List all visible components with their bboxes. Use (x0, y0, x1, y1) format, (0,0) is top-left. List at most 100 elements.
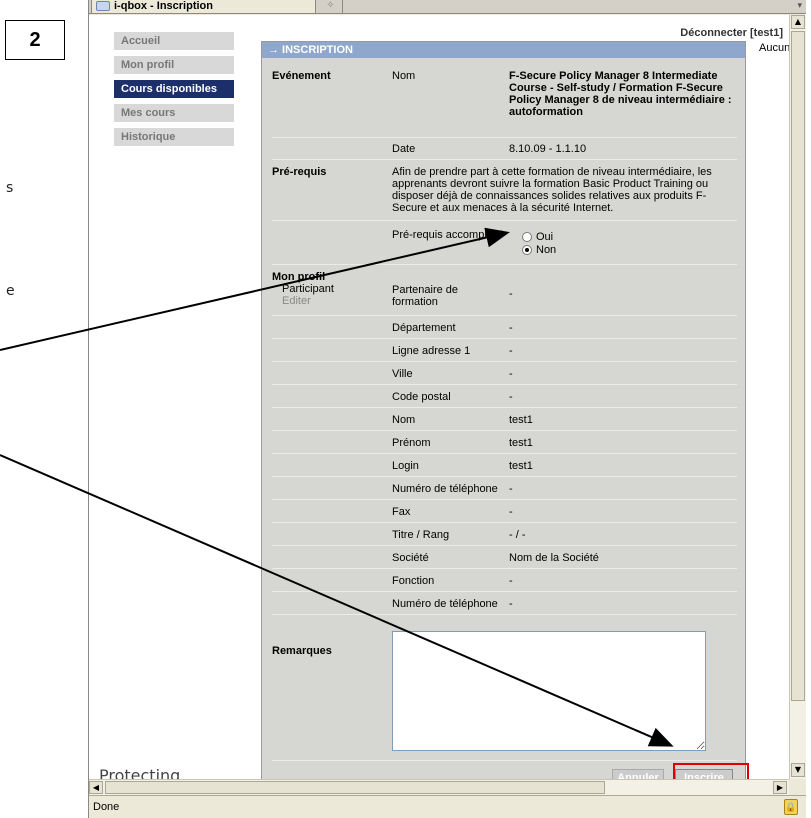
lock-icon[interactable]: 🔒 (784, 799, 798, 815)
tab-list-icon[interactable]: ▾ (797, 1, 802, 11)
profile-label: Mon profil (272, 271, 326, 283)
participant-label: Participant (282, 283, 334, 295)
profile-field-row: Département - (272, 316, 737, 339)
profile-field-row: Prénom test1 (272, 431, 737, 454)
prereq-text: Afin de prendre part à cette formation d… (392, 166, 712, 214)
field-value: test1 (509, 437, 533, 449)
profile-field-row: Code postal - (272, 385, 737, 408)
field-label: Partenaire de formation (392, 284, 459, 308)
radio-non-icon[interactable] (522, 245, 532, 256)
page-viewport: Déconnecter [test1] Accueil Mon profil C… (89, 15, 789, 779)
profile-field-row: Société Nom de la Société (272, 546, 737, 569)
scroll-right-icon[interactable]: ▶ (773, 781, 787, 794)
vertical-scrollbar[interactable]: ▲ ▼ (789, 15, 806, 779)
field-label: Titre / Rang (392, 529, 450, 541)
event-label: Evénement (272, 70, 331, 82)
browser-tab[interactable]: i-qbox - Inscription (91, 0, 316, 14)
radio-oui-label: Oui (536, 231, 554, 243)
radio-non-label: Non (536, 244, 557, 256)
status-bar: Done 🔒 (89, 795, 806, 818)
date-row: Date 8.10.09 - 1.1.10 (272, 138, 737, 160)
date-label: Date (392, 143, 416, 155)
field-value: - (509, 506, 513, 518)
field-label: Nom (392, 414, 416, 426)
cancel-button[interactable]: Annuler (612, 769, 664, 779)
radio-non[interactable]: Non (522, 244, 747, 256)
profile-field-row: Nom test1 (272, 408, 737, 431)
sidebar-item-mon-profil[interactable]: Mon profil (114, 56, 234, 74)
field-value: - (509, 575, 513, 587)
event-row: Evénement Nom F-Secure Policy Manager 8 … (272, 70, 737, 138)
sidebar: Accueil Mon profil Cours disponibles Mes… (114, 32, 234, 152)
profile-field-row: Numéro de téléphone - (272, 592, 737, 615)
field-label: Société (392, 552, 429, 564)
field-value: - (509, 391, 513, 403)
prereq-label: Pré-requis (272, 166, 327, 178)
hscroll-thumb[interactable] (105, 781, 605, 794)
field-value: - (509, 598, 513, 610)
radio-oui-icon[interactable] (522, 232, 532, 243)
side-text-fragment: s (6, 180, 14, 196)
field-value: - (509, 288, 513, 300)
step-number-box: 2 (5, 20, 65, 60)
panel-title: → INSCRIPTION (262, 42, 745, 58)
profile-field-row: Fonction - (272, 569, 737, 592)
field-label: Ville (392, 368, 413, 380)
date-value: 8.10.09 - 1.1.10 (509, 143, 587, 155)
field-label: Login (392, 460, 419, 472)
field-value: - (509, 322, 513, 334)
sidebar-item-cours-disponibles[interactable]: Cours disponibles (114, 80, 234, 98)
prereq-row: Pré-requis Afin de prendre part à cette … (272, 163, 737, 221)
field-value: - / - (509, 529, 526, 541)
name-label: Nom (392, 70, 416, 82)
remarks-textarea[interactable] (392, 631, 706, 751)
field-value: test1 (509, 460, 533, 472)
scroll-corner (789, 779, 806, 795)
scroll-thumb[interactable] (791, 31, 805, 701)
profile-field-row: Fax - (272, 500, 737, 523)
brand-tagline: Protecting (99, 766, 181, 779)
field-label: Fax (392, 506, 411, 518)
browser-window: i-qbox - Inscription ✧ ▾ Déconnecter [te… (88, 0, 806, 818)
field-value: - (509, 368, 513, 380)
remarks-label: Remarques (272, 645, 332, 657)
side-text-fragment: e (6, 283, 15, 299)
scroll-up-icon[interactable]: ▲ (791, 15, 805, 29)
edit-profile-link[interactable]: Editer (282, 295, 311, 307)
event-name: F-Secure Policy Manager 8 Intermediate C… (509, 70, 732, 118)
tab-title: i-qbox - Inscription (114, 0, 213, 12)
new-tab-icon[interactable]: ✧ (319, 0, 343, 14)
field-label: Fonction (392, 575, 435, 587)
profile-field-row: Titre / Rang - / - (272, 523, 737, 546)
field-value: - (509, 483, 513, 495)
disconnect-link[interactable]: Déconnecter [test1] (680, 27, 783, 39)
tab-bar: i-qbox - Inscription ✧ ▾ (89, 0, 806, 14)
field-label: Code postal (392, 391, 451, 403)
field-label: Numéro de téléphone (392, 598, 498, 610)
sidebar-item-historique[interactable]: Historique (114, 128, 234, 146)
radio-oui[interactable]: Oui (522, 231, 747, 243)
field-value: test1 (509, 414, 533, 426)
highlight-box (673, 763, 749, 779)
profile-field-row: Ville - (272, 362, 737, 385)
horizontal-scrollbar[interactable]: ◀ ▶ (89, 779, 789, 795)
profile-field-row: Login test1 (272, 454, 737, 477)
field-value: Nom de la Société (509, 552, 599, 564)
profile-field-row: Numéro de téléphone - (272, 477, 737, 500)
profile-row: Mon profil Participant Editer Partenaire… (272, 268, 737, 316)
field-label: Prénom (392, 437, 431, 449)
scroll-down-icon[interactable]: ▼ (791, 763, 805, 777)
aucun-label: Aucun (759, 42, 789, 54)
prereq-done-label: Pré-requis accomplis ? (392, 229, 504, 241)
profile-field-row: Ligne adresse 1 - (272, 339, 737, 362)
sidebar-item-mes-cours[interactable]: Mes cours (114, 104, 234, 122)
field-label: Département (392, 322, 456, 334)
field-value: - (509, 345, 513, 357)
inscription-panel: → INSCRIPTION Evénement Nom F-Secure Pol… (261, 41, 749, 779)
field-label: Numéro de téléphone (392, 483, 498, 495)
scroll-left-icon[interactable]: ◀ (89, 781, 103, 794)
sidebar-item-accueil[interactable]: Accueil (114, 32, 234, 50)
favicon-icon (96, 1, 110, 11)
field-label: Ligne adresse 1 (392, 345, 471, 357)
prereq-done-row: Pré-requis accomplis ? Oui Non (272, 223, 737, 265)
